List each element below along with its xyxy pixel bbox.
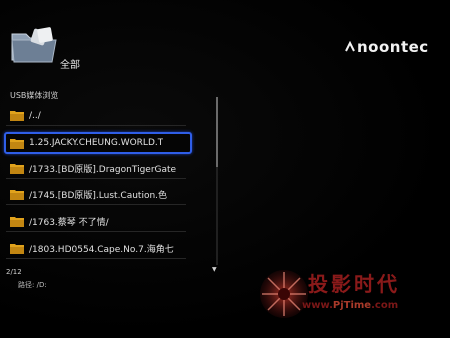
watermark-url-brand: PjTime bbox=[332, 300, 372, 311]
folder-icon bbox=[10, 244, 24, 254]
list-item-label: /1745.[BD原版].Lust.Caution.色 bbox=[29, 191, 168, 201]
scrollbar[interactable] bbox=[216, 97, 218, 265]
category-title: 全部 bbox=[60, 60, 80, 71]
list-item-label: /1763.蔡琴 不了情/ bbox=[29, 218, 109, 228]
folder-icon bbox=[10, 138, 24, 149]
source-label: USB媒体浏览 bbox=[10, 91, 59, 100]
brand-name: noontec bbox=[357, 38, 429, 56]
folder-icon bbox=[10, 164, 24, 174]
watermark-url: www.PjTime.com bbox=[302, 300, 398, 311]
folder-icon bbox=[10, 111, 24, 121]
media-player-screen: 全部 noontec USB媒体浏览 /../ 1.25.JACKY.CHEUN… bbox=[0, 0, 450, 338]
list-item-label: /../ bbox=[29, 110, 41, 121]
list-item[interactable]: /1763.蔡琴 不了情/ bbox=[6, 212, 186, 232]
scroll-down-icon[interactable]: ▼ bbox=[212, 266, 217, 273]
list-item-label: 1.25.JACKY.CHEUNG.WORLD.T bbox=[29, 138, 164, 148]
folder-icon bbox=[10, 217, 24, 227]
watermark: 投影时代 www.PjTime.com bbox=[258, 262, 446, 328]
list-item-label: /1803.HD0554.Cape.No.7.海角七 bbox=[29, 245, 174, 255]
list-item-parent[interactable]: /../ bbox=[6, 106, 186, 126]
noontec-logo-icon bbox=[345, 41, 355, 52]
page-count: 2/12 bbox=[6, 268, 22, 276]
folder-large-icon bbox=[11, 27, 57, 63]
list-item[interactable]: /1745.[BD原版].Lust.Caution.色 bbox=[6, 185, 186, 205]
list-item[interactable]: /1733.[BD原版].DragonTigerGate bbox=[6, 159, 186, 179]
watermark-url-prefix: www. bbox=[302, 300, 333, 311]
list-item-label: /1733.[BD原版].DragonTigerGate bbox=[29, 165, 177, 175]
brand-logo: noontec bbox=[344, 38, 429, 56]
folder-icon bbox=[10, 190, 24, 200]
current-path: 路径: /D: bbox=[18, 281, 47, 289]
pjtime-logo-icon bbox=[260, 270, 308, 318]
list-item-selected[interactable]: 1.25.JACKY.CHEUNG.WORLD.T bbox=[4, 132, 192, 154]
watermark-url-suffix: .com bbox=[371, 300, 399, 311]
list-item[interactable]: /1803.HD0554.Cape.No.7.海角七 bbox=[6, 239, 186, 259]
watermark-title: 投影时代 bbox=[308, 272, 400, 296]
scroll-thumb[interactable] bbox=[216, 97, 218, 167]
